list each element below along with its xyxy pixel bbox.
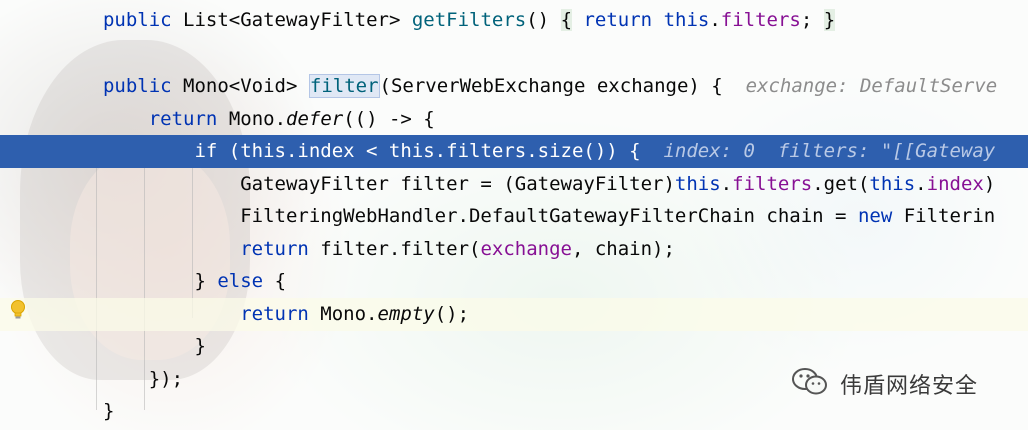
- keyword: this: [663, 9, 710, 31]
- declaration: FilteringWebHandler.DefaultGatewayFilter…: [240, 205, 858, 227]
- code-line-8[interactable]: } else {: [0, 265, 1028, 298]
- declaration: GatewayFilter filter = (GatewayFilter): [240, 173, 675, 195]
- call-prefix: Mono.: [308, 303, 378, 325]
- parameter-ref: exchange: [480, 238, 572, 260]
- keyword: return: [148, 108, 218, 130]
- close-lambda: });: [148, 368, 184, 390]
- semicolon: ;: [800, 9, 813, 31]
- dot: .: [720, 173, 733, 195]
- field-name: filters: [732, 173, 813, 195]
- watermark: 伟盾网络安全: [790, 364, 978, 404]
- debug-inline-hint: index: 0 filters: "[[Gateway: [663, 140, 996, 162]
- close-brace: }: [102, 400, 115, 422]
- keyword: return: [583, 9, 653, 31]
- type-name: Mono<Void>: [183, 75, 298, 97]
- method-name: getFilters: [411, 9, 527, 31]
- keyword: return: [240, 303, 309, 325]
- code-rest: (() -> {: [343, 108, 435, 130]
- keyword: this: [674, 173, 721, 195]
- code-line-3[interactable]: return Mono.defer(() -> {: [0, 103, 1028, 136]
- execution-line[interactable]: if (this.index < this.filters.size()) { …: [0, 135, 1028, 168]
- type-name: List<GatewayFilter>: [183, 9, 401, 31]
- keyword: public: [102, 75, 172, 97]
- keyword: return: [240, 238, 309, 260]
- debug-inline-hint: exchange: DefaultServe: [745, 75, 998, 97]
- open-brace: {: [263, 270, 287, 292]
- static-method: defer: [286, 108, 344, 130]
- close-brace: }: [194, 335, 206, 357]
- static-method: empty: [377, 303, 435, 325]
- code-line-7[interactable]: return filter.filter(exchange, chain);: [0, 233, 1028, 266]
- dot: .: [709, 9, 721, 31]
- code-rest: , chain);: [571, 238, 675, 260]
- keyword: else: [217, 270, 264, 292]
- close-brace: }: [194, 270, 218, 292]
- method-call: .get(: [812, 173, 870, 195]
- open-brace: {: [560, 9, 573, 31]
- keyword: this: [869, 173, 916, 195]
- code-rest: Filterin: [892, 205, 996, 227]
- method-call: filter.filter(: [308, 238, 481, 260]
- close-brace: }: [823, 9, 836, 31]
- if-statement: if (this.index < this.filters.size()) {: [194, 140, 641, 162]
- call-prefix: Mono.: [228, 108, 287, 130]
- method-name: filter: [308, 74, 380, 98]
- keyword: public: [102, 9, 172, 31]
- close-paren: ): [983, 173, 996, 195]
- code-line-6[interactable]: FilteringWebHandler.DefaultGatewayFilter…: [0, 200, 1028, 233]
- field-name: filters: [720, 9, 801, 31]
- code-line-5[interactable]: GatewayFilter filter = (GatewayFilter)th…: [0, 168, 1028, 201]
- lightbulb-icon[interactable]: [9, 299, 27, 321]
- field-name: index: [926, 173, 984, 195]
- wechat-icon: [790, 365, 830, 404]
- parameters: (ServerWebExchange exchange) {: [379, 75, 723, 97]
- dot: .: [915, 173, 927, 195]
- code-line-10[interactable]: }: [0, 330, 1028, 363]
- keyword: new: [857, 205, 893, 227]
- code-rest: ();: [434, 303, 470, 325]
- code-line-1[interactable]: public List<GatewayFilter> getFilters() …: [0, 4, 1028, 37]
- code-line-9[interactable]: return Mono.empty();: [0, 298, 1028, 331]
- watermark-text: 伟盾网络安全: [840, 374, 979, 399]
- parens: (): [526, 9, 550, 31]
- code-line-2[interactable]: public Mono<Void> filter(ServerWebExchan…: [0, 70, 1028, 103]
